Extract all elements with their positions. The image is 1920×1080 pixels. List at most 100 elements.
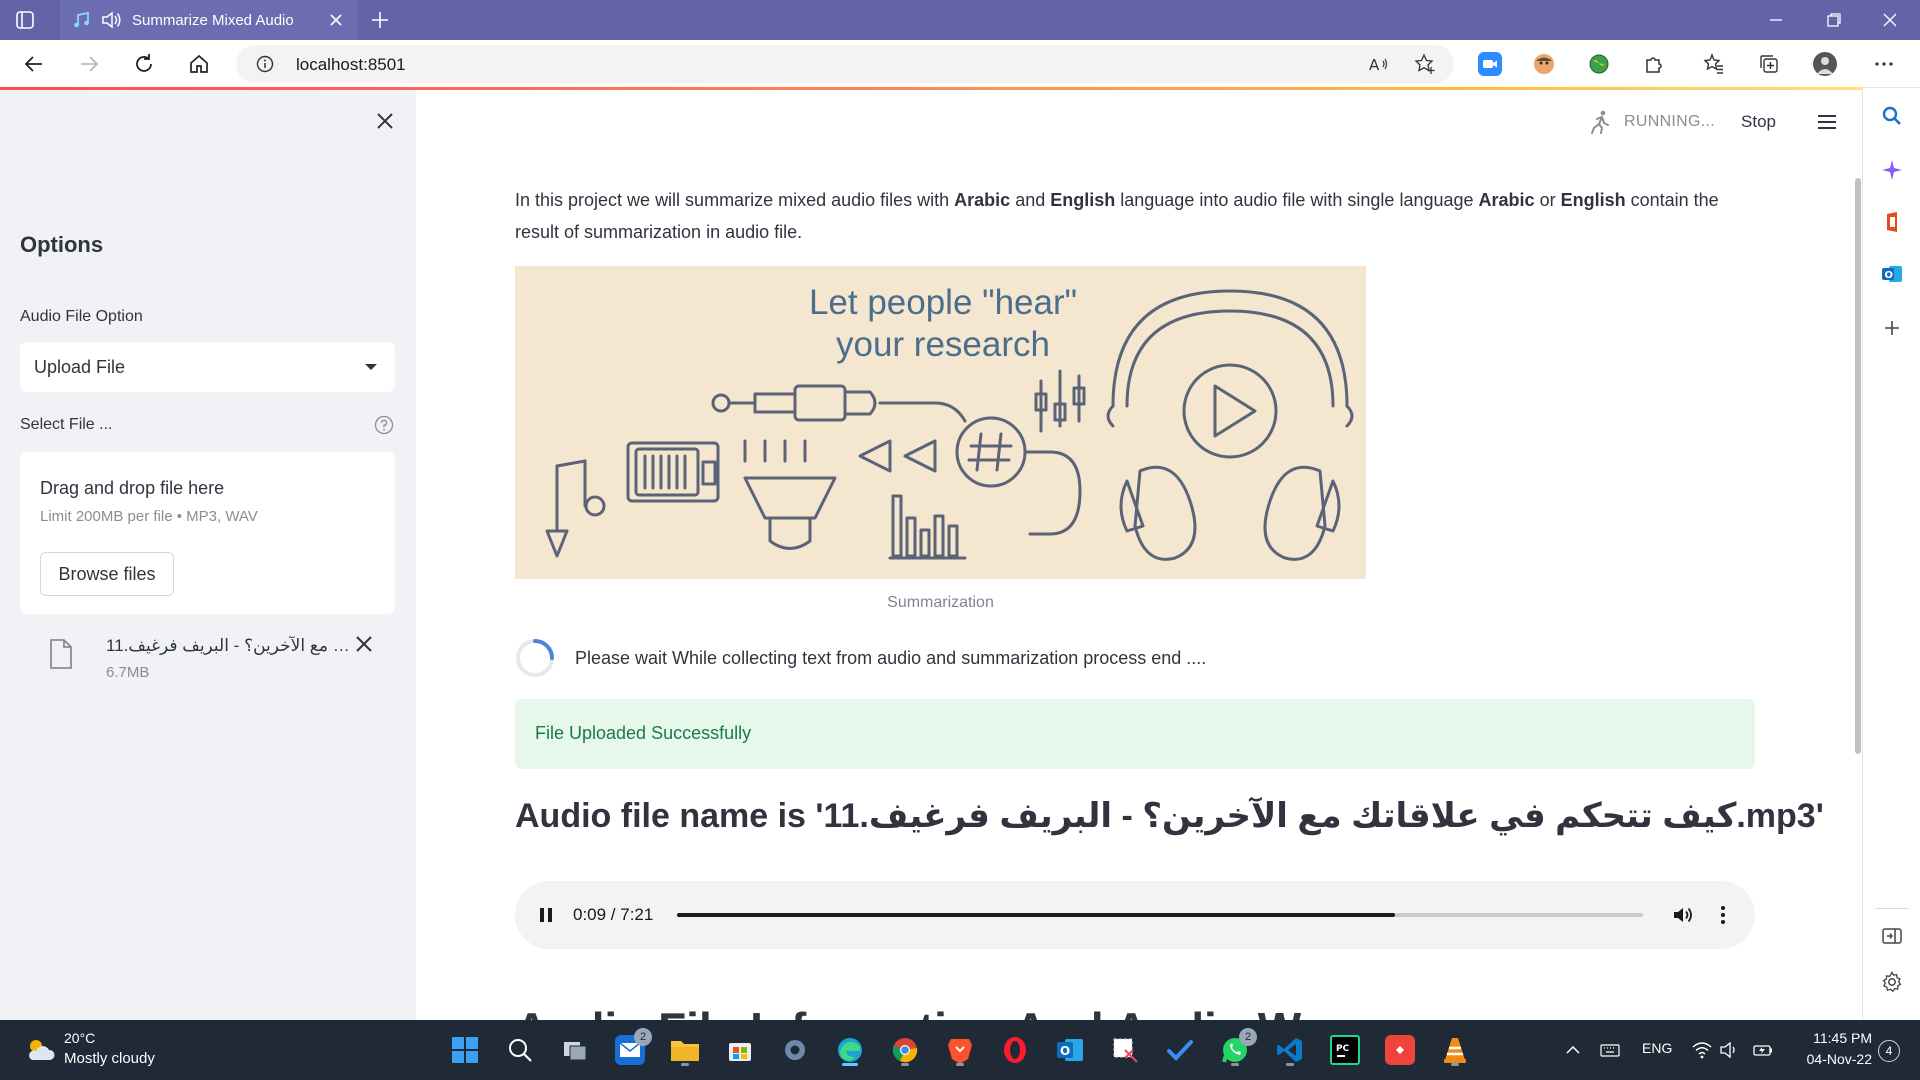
dropzone-limit: Limit 200MB per file • MP3, WAV <box>40 508 258 525</box>
uploaded-file-size: 6.7MB <box>106 664 150 681</box>
anydesk-icon[interactable] <box>1382 1032 1418 1068</box>
help-icon[interactable] <box>374 415 394 435</box>
vlc-icon[interactable] <box>1437 1032 1473 1068</box>
globe-extension-icon[interactable] <box>1587 52 1611 76</box>
stop-button[interactable]: Stop <box>1741 112 1776 132</box>
windows-start-icon[interactable] <box>447 1032 483 1068</box>
svg-text:O: O <box>1060 1044 1070 1058</box>
illustration-title-line1: Let people "hear" <box>809 283 1077 322</box>
tab-actions-icon[interactable] <box>14 9 36 31</box>
uploaded-file-item: 11.كيف تتحكم في علاقاتك مع الآخرين؟ - ال… <box>20 634 395 694</box>
taskbar-search-icon[interactable] <box>502 1032 538 1068</box>
sidebar-title: Options <box>20 232 104 257</box>
avatar-extension-icon[interactable] <box>1532 52 1556 76</box>
active-indicator <box>842 1063 858 1066</box>
add-favorite-icon[interactable] <box>1414 53 1436 75</box>
file-explorer-icon[interactable] <box>667 1032 703 1068</box>
input-language[interactable]: ENG <box>1642 1040 1672 1056</box>
browse-files-button[interactable]: Browse files <box>40 552 174 596</box>
snipping-tool-icon[interactable] <box>1107 1032 1143 1068</box>
anydesk-tile <box>1385 1035 1415 1065</box>
audio-seek-progress <box>677 913 1396 917</box>
battery-icon[interactable] <box>1753 1040 1773 1060</box>
main-scrollbar[interactable] <box>1855 178 1861 754</box>
keyboard-icon[interactable] <box>1600 1040 1620 1060</box>
forward-icon[interactable] <box>77 52 101 76</box>
add-icon[interactable] <box>1880 316 1904 340</box>
settings-gear-icon[interactable] <box>1880 970 1904 994</box>
next-section-heading: Audio File Information And Audio Wr <box>515 1002 1318 1020</box>
task-view-icon[interactable] <box>557 1032 593 1068</box>
pycharm-tile: PC <box>1330 1035 1360 1065</box>
more-options-icon[interactable] <box>1872 52 1896 76</box>
opera-icon[interactable] <box>997 1032 1033 1068</box>
settings-app-icon[interactable] <box>777 1032 813 1068</box>
close-tab-icon[interactable] <box>328 12 344 28</box>
hamburger-menu-icon[interactable] <box>1816 113 1838 131</box>
whatsapp-icon[interactable]: 2 <box>1217 1028 1257 1068</box>
office-icon[interactable] <box>1880 210 1904 234</box>
copilot-sparkle-icon[interactable] <box>1880 158 1904 182</box>
home-icon[interactable] <box>187 52 211 76</box>
favorites-icon[interactable] <box>1702 52 1726 76</box>
pause-icon[interactable] <box>535 904 557 926</box>
mail-badge: 2 <box>634 1028 652 1046</box>
collections-icon[interactable] <box>1757 52 1781 76</box>
microsoft-store-icon[interactable] <box>722 1032 758 1068</box>
close-sidebar-icon[interactable] <box>374 110 396 132</box>
extensions-puzzle-icon[interactable] <box>1642 52 1666 76</box>
hide-sidebar-icon[interactable] <box>1880 924 1904 948</box>
remove-file-icon[interactable] <box>354 634 374 654</box>
file-dropzone[interactable]: Drag and drop file here Limit 200MB per … <box>20 452 395 614</box>
profile-avatar[interactable] <box>1813 52 1837 76</box>
show-hidden-icons-icon[interactable] <box>1563 1040 1583 1060</box>
options-sidebar: Options Audio File Option Upload File Se… <box>0 90 416 1020</box>
main-content: RUNNING... Stop In this project we will … <box>416 90 1862 1020</box>
audio-option-value: Upload File <box>34 357 126 377</box>
wifi-icon[interactable] <box>1692 1040 1712 1060</box>
svg-text:A: A <box>1369 56 1380 74</box>
pycharm-icon[interactable]: PC <box>1327 1032 1363 1068</box>
audio-seek-bar[interactable] <box>677 913 1643 917</box>
success-alert: File Uploaded Successfully <box>515 699 1755 769</box>
browser-toolbar: localhost:8501 A <box>0 40 1920 88</box>
chrome-icon[interactable] <box>887 1032 923 1068</box>
player-more-icon[interactable] <box>1713 903 1733 927</box>
todo-check-icon[interactable] <box>1162 1032 1198 1068</box>
restore-icon[interactable] <box>1822 8 1846 32</box>
audio-option-label: Audio File Option <box>20 308 143 325</box>
minimize-icon[interactable] <box>1764 8 1788 32</box>
svg-text:O: O <box>1885 270 1894 281</box>
dropzone-title: Drag and drop file here <box>40 478 225 498</box>
address-bar[interactable]: localhost:8501 A <box>236 45 1454 83</box>
notifications-count[interactable]: 4 <box>1878 1040 1900 1062</box>
browser-tab[interactable]: Summarize Mixed Audio <box>60 0 358 40</box>
audio-option-select[interactable]: Upload File <box>20 342 395 392</box>
zoom-extension-icon[interactable] <box>1478 52 1502 76</box>
image-caption: Summarization <box>887 594 994 611</box>
mail-icon[interactable]: 2 <box>612 1028 652 1068</box>
tab-audio-playing-icon[interactable] <box>100 10 122 30</box>
refresh-icon[interactable] <box>132 52 156 76</box>
clock-date[interactable]: 04-Nov-22 <box>1792 1051 1872 1067</box>
weather-cloudy-icon[interactable] <box>24 1034 56 1066</box>
edge-sidebar: O <box>1862 88 1920 1020</box>
read-aloud-icon[interactable]: A <box>1368 53 1390 75</box>
site-info-icon[interactable] <box>256 55 274 73</box>
close-window-icon[interactable] <box>1878 8 1902 32</box>
outlook-icon[interactable]: O <box>1880 262 1904 286</box>
vscode-icon[interactable] <box>1272 1032 1308 1068</box>
brave-icon[interactable] <box>942 1032 978 1068</box>
clock-time[interactable]: 11:45 PM <box>1792 1030 1872 1046</box>
running-person-icon <box>1588 109 1614 135</box>
new-tab-icon[interactable] <box>368 8 392 32</box>
back-icon[interactable] <box>22 52 46 76</box>
volume-icon[interactable] <box>1671 903 1695 927</box>
audio-player[interactable]: 0:09 / 7:21 <box>515 881 1755 949</box>
search-icon[interactable] <box>1880 104 1904 128</box>
edge-browser-icon[interactable] <box>832 1032 868 1068</box>
address-url[interactable]: localhost:8501 <box>296 55 406 75</box>
running-indicator <box>1231 1063 1239 1066</box>
speaker-icon[interactable] <box>1719 1040 1739 1060</box>
outlook-app-icon[interactable]: O <box>1052 1032 1088 1068</box>
